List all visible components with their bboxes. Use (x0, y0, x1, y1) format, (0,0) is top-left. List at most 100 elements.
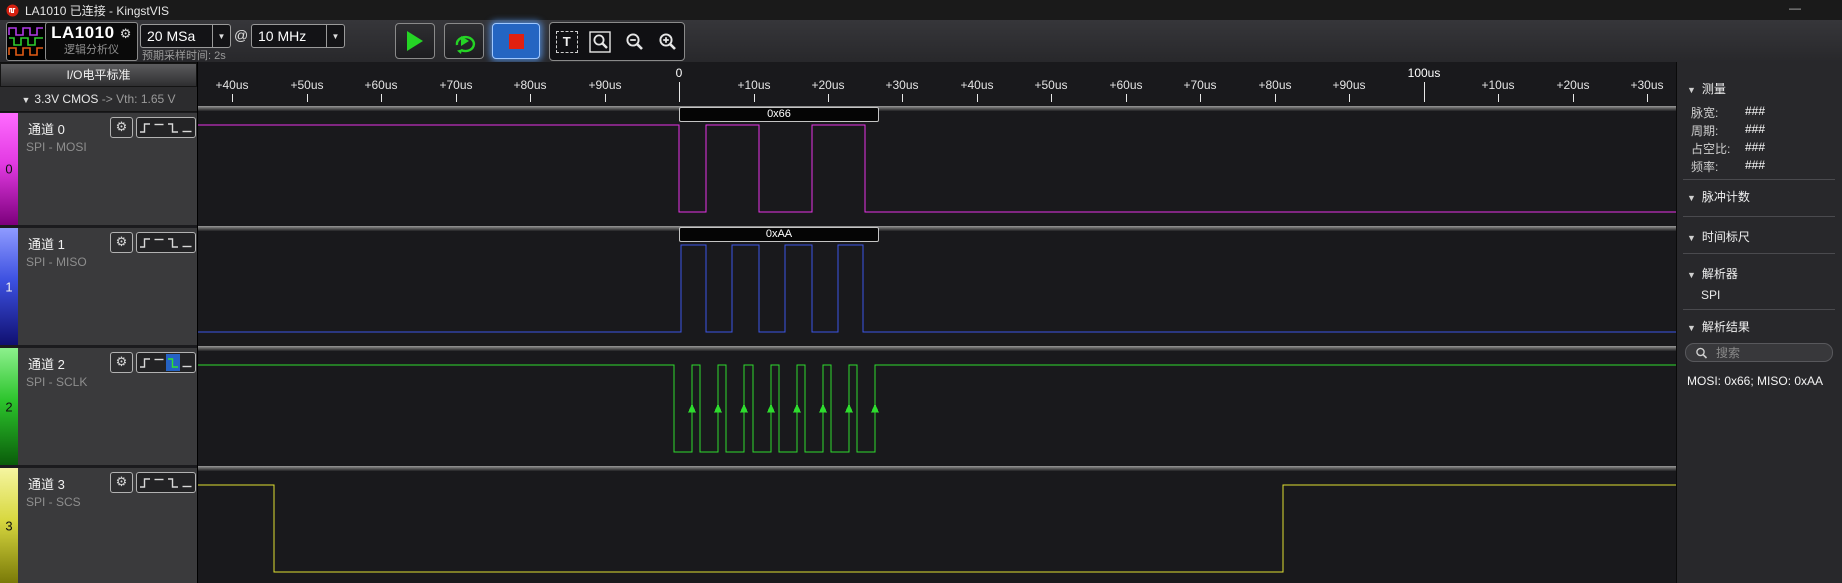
boxed-magnifier-icon (589, 30, 611, 53)
chevron-down-icon: ▼ (1687, 85, 1696, 95)
io-level-setting[interactable]: ▼ 3.3V CMOS -> Vth: 1.65 V (0, 87, 197, 112)
rising-edge-trigger-button[interactable] (138, 474, 152, 491)
sample-edge-arrow-icon (688, 403, 696, 413)
section-title: 时间标尺 (1701, 230, 1750, 244)
section-decode-results[interactable]: ▼ 解析结果 (1687, 318, 1750, 335)
section-pulse-count[interactable]: ▼ 脉冲计数 (1687, 188, 1750, 205)
search-input[interactable] (1714, 344, 1828, 361)
chevron-down-icon: ▼ (1687, 193, 1696, 203)
chevron-down-icon: ▼ (1687, 270, 1696, 280)
sample-edge-arrow-icon (714, 403, 722, 413)
channel-protocol-label: SPI - SCS (26, 495, 81, 509)
channel-number: 1 (5, 279, 13, 294)
text-label-tool-button[interactable]: T (555, 30, 578, 53)
channel-protocol-label: SPI - SCLK (26, 375, 88, 389)
chevron-down-icon[interactable]: ▼ (212, 25, 230, 47)
high-level-trigger-button[interactable] (152, 474, 166, 491)
falling-edge-trigger-button[interactable] (166, 119, 180, 136)
sample-rate-value: 20 MSa (147, 28, 196, 44)
measure-value: ### (1745, 122, 1766, 136)
section-time-marker[interactable]: ▼ 时间标尺 (1687, 228, 1750, 245)
panel-separator (1683, 253, 1835, 254)
high-level-trigger-button[interactable] (152, 354, 166, 371)
channel-number: 3 (5, 518, 13, 533)
zoom-in-button[interactable] (656, 31, 678, 53)
channel-settings-gear-icon[interactable]: ⚙ (110, 232, 133, 253)
stop-capture-button[interactable] (492, 23, 540, 59)
right-panel: ▼ 测量 脉宽: ### 周期: ### 占空比: ### 频率: ### ▼ 脉冲… (1676, 62, 1842, 583)
measure-label: 脉宽: (1691, 106, 1719, 120)
falling-edge-trigger-button[interactable] (166, 234, 180, 251)
falling-edge-trigger-button[interactable] (166, 474, 180, 491)
trigger-type-group (136, 232, 196, 253)
device-settings-gear-icon[interactable]: ⚙ (120, 26, 132, 41)
app-icon (6, 3, 19, 17)
channel-settings-gear-icon[interactable]: ⚙ (110, 117, 133, 138)
signal-trace-miso (198, 244, 1676, 333)
sample-edge-arrow-icon (793, 403, 801, 413)
sample-edge-arrow-icon (767, 403, 775, 413)
chevron-down-icon[interactable]: ▼ (326, 25, 344, 47)
chevron-down-icon: ▼ (1687, 233, 1696, 243)
io-level-standard-header[interactable]: I/O电平标准 (0, 63, 197, 87)
low-level-trigger-button[interactable] (180, 474, 194, 491)
sample-edge-arrow-icon (845, 403, 853, 413)
channel-color-stripe: 3 (0, 468, 18, 583)
io-joiner: -> (101, 92, 113, 106)
rising-edge-trigger-button[interactable] (138, 354, 152, 371)
high-level-trigger-button[interactable] (152, 119, 166, 136)
low-level-trigger-button[interactable] (180, 234, 194, 251)
signal-plot[interactable] (198, 62, 1676, 583)
signal-trace-mosi (198, 124, 1676, 213)
signal-trace-scs (198, 484, 1676, 573)
zoom-selection-tool-button[interactable] (589, 30, 611, 53)
zoom-out-button[interactable] (623, 31, 645, 53)
channel-row-2[interactable]: 2 通道 2 ⚙ SPI - SCLK (0, 348, 197, 465)
channel-number: 0 (5, 161, 13, 177)
channel-color-stripe: 2 (0, 348, 18, 465)
section-title: 脉冲计数 (1701, 190, 1750, 204)
low-level-trigger-button[interactable] (180, 354, 194, 371)
device-type-label: 逻辑分析仪 (64, 44, 119, 56)
clock-freq-value: 10 MHz (258, 28, 307, 44)
panel-separator (1683, 179, 1835, 180)
falling-edge-trigger-button-selected[interactable] (166, 354, 180, 371)
repeat-capture-button[interactable] (444, 23, 484, 59)
decode-search-box[interactable] (1685, 343, 1833, 362)
device-name-box[interactable]: LA1010 ⚙ 逻辑分析仪 (45, 22, 138, 61)
measure-label: 周期: (1691, 124, 1719, 138)
window-title: LA1010 已连接 - KingstVIS (25, 3, 170, 18)
channel-settings-gear-icon[interactable]: ⚙ (110, 352, 133, 373)
channel-name: 通道 2 (28, 357, 65, 372)
rising-edge-trigger-button[interactable] (138, 119, 152, 136)
section-measure[interactable]: ▼ 测量 (1687, 80, 1726, 97)
decoded-byte-box: 0xAA (679, 227, 879, 242)
section-decoder[interactable]: ▼ 解析器 (1687, 265, 1738, 282)
low-level-trigger-button[interactable] (180, 119, 194, 136)
channel-name: 通道 3 (28, 477, 65, 492)
play-icon (407, 31, 423, 51)
stop-icon (508, 33, 524, 49)
rising-edge-trigger-button[interactable] (138, 234, 152, 251)
minimize-button[interactable]: — (1780, 0, 1810, 18)
sample-rate-select[interactable]: 20 MSa ▼ (140, 24, 231, 48)
device-name: LA1010 (51, 23, 115, 42)
chevron-down-icon: ▼ (1687, 323, 1696, 333)
section-title: 解析结果 (1701, 320, 1750, 334)
channel-color-stripe: 0 (0, 113, 18, 225)
toolbar: LA1010 ⚙ 逻辑分析仪 20 MSa ▼ @ 10 MHz ▼ 预期采样时… (0, 20, 1842, 63)
sample-edge-arrow-icon (871, 403, 879, 413)
section-title: 解析器 (1701, 267, 1738, 281)
channel-row-3[interactable]: 3 通道 3 ⚙ SPI - SCS (0, 468, 197, 583)
at-separator: @ (234, 27, 249, 43)
clock-freq-select[interactable]: 10 MHz ▼ (251, 24, 345, 48)
magnifier-plus-icon (659, 32, 677, 50)
decode-result-entry[interactable]: MOSI: 0x66; MISO: 0xAA (1687, 374, 1823, 388)
channel-row-1[interactable]: 1 通道 1 ⚙ SPI - MISO (0, 228, 197, 345)
channel-settings-gear-icon[interactable]: ⚙ (110, 472, 133, 493)
channel-row-0[interactable]: 0 通道 0 ⚙ SPI - MOSI (0, 113, 197, 225)
measure-value: ### (1745, 158, 1766, 172)
decoder-name[interactable]: SPI (1701, 288, 1720, 302)
start-capture-button[interactable] (395, 23, 435, 59)
high-level-trigger-button[interactable] (152, 234, 166, 251)
